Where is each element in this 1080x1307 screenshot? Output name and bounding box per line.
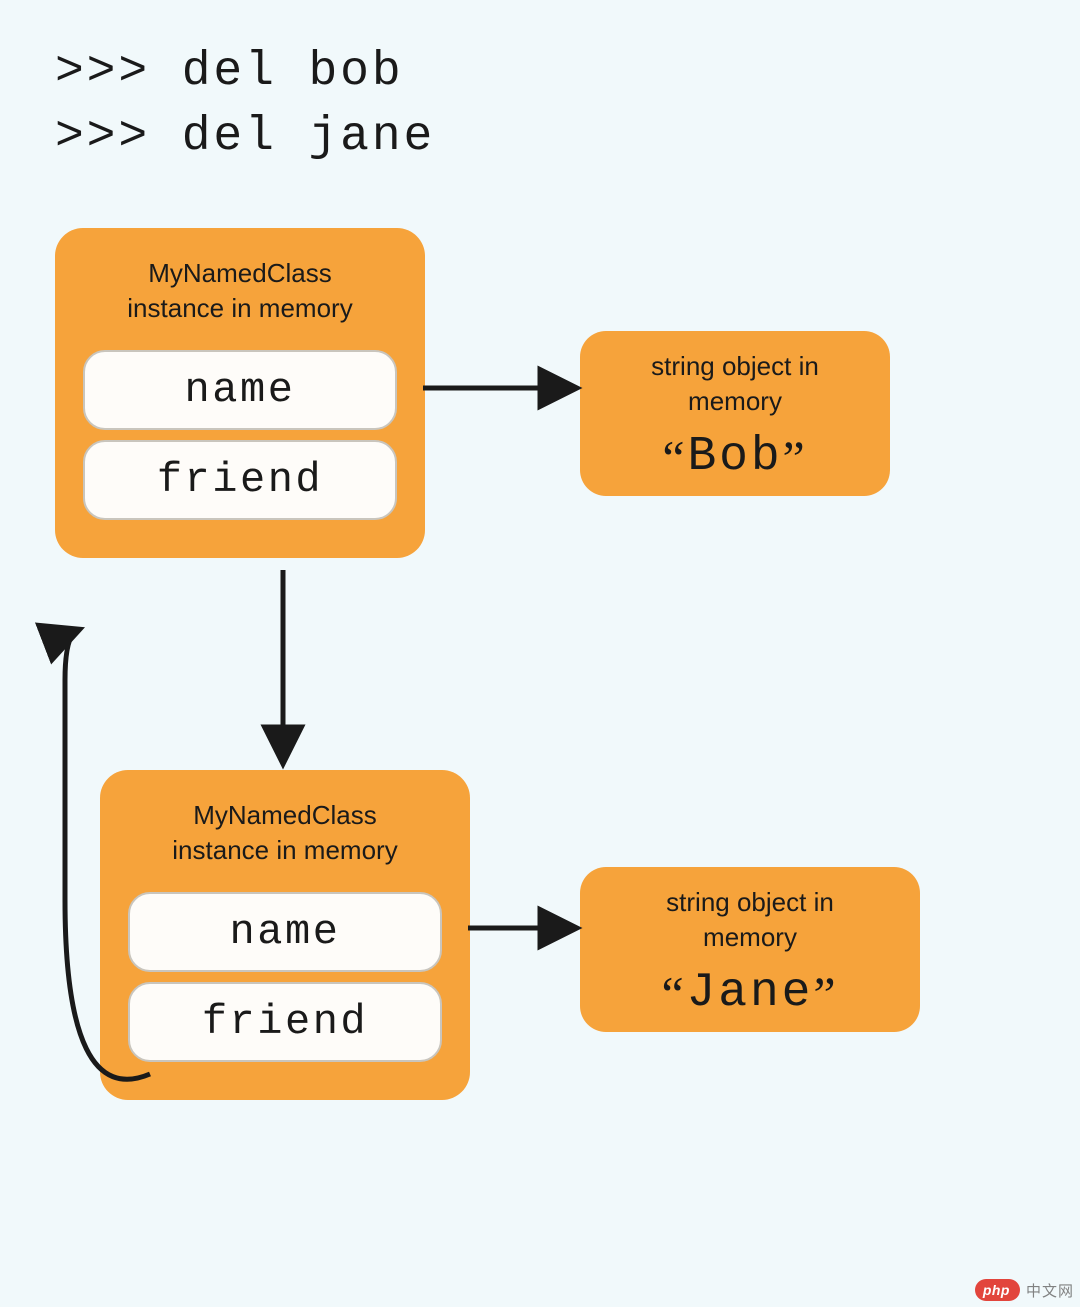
string-label: string object in memory: [604, 349, 866, 419]
attr-name: name: [128, 892, 442, 972]
open-quote-icon: “: [662, 966, 687, 1022]
attr-friend: friend: [83, 440, 397, 520]
instance-subtitle: instance in memory: [127, 293, 352, 323]
instance-header: MyNamedClass instance in memory: [75, 250, 405, 340]
open-quote-icon: “: [662, 430, 687, 486]
string-label-line: memory: [688, 386, 782, 416]
watermark: php 中文网: [975, 1279, 1074, 1301]
attr-friend: friend: [128, 982, 442, 1062]
arrows-layer: [0, 0, 1080, 1307]
instance-class-name: MyNamedClass: [193, 800, 377, 830]
string-label-line: memory: [703, 922, 797, 952]
instance-header: MyNamedClass instance in memory: [120, 792, 450, 882]
string-label-line: string object in: [666, 887, 834, 917]
code-block: >>> del bob >>> del jane: [55, 40, 435, 170]
code-line: >>> del jane: [55, 110, 435, 164]
string-label-line: string object in: [651, 351, 819, 381]
string-value: “Jane”: [604, 959, 896, 1020]
string-text: Jane: [687, 966, 814, 1020]
string-value: “Bob”: [604, 423, 866, 484]
instance-box-jane: MyNamedClass instance in memory name fri…: [100, 770, 470, 1100]
code-line: >>> del bob: [55, 45, 404, 99]
instance-subtitle: instance in memory: [172, 835, 397, 865]
close-quote-icon: ”: [783, 430, 808, 486]
attr-name: name: [83, 350, 397, 430]
watermark-pill: php: [975, 1279, 1020, 1301]
string-text: Bob: [687, 430, 782, 484]
string-object-jane: string object in memory “Jane”: [580, 867, 920, 1032]
string-label: string object in memory: [604, 885, 896, 955]
watermark-text: 中文网: [1026, 1280, 1074, 1301]
close-quote-icon: ”: [813, 966, 838, 1022]
instance-box-bob: MyNamedClass instance in memory name fri…: [55, 228, 425, 558]
instance-class-name: MyNamedClass: [148, 258, 332, 288]
string-object-bob: string object in memory “Bob”: [580, 331, 890, 496]
